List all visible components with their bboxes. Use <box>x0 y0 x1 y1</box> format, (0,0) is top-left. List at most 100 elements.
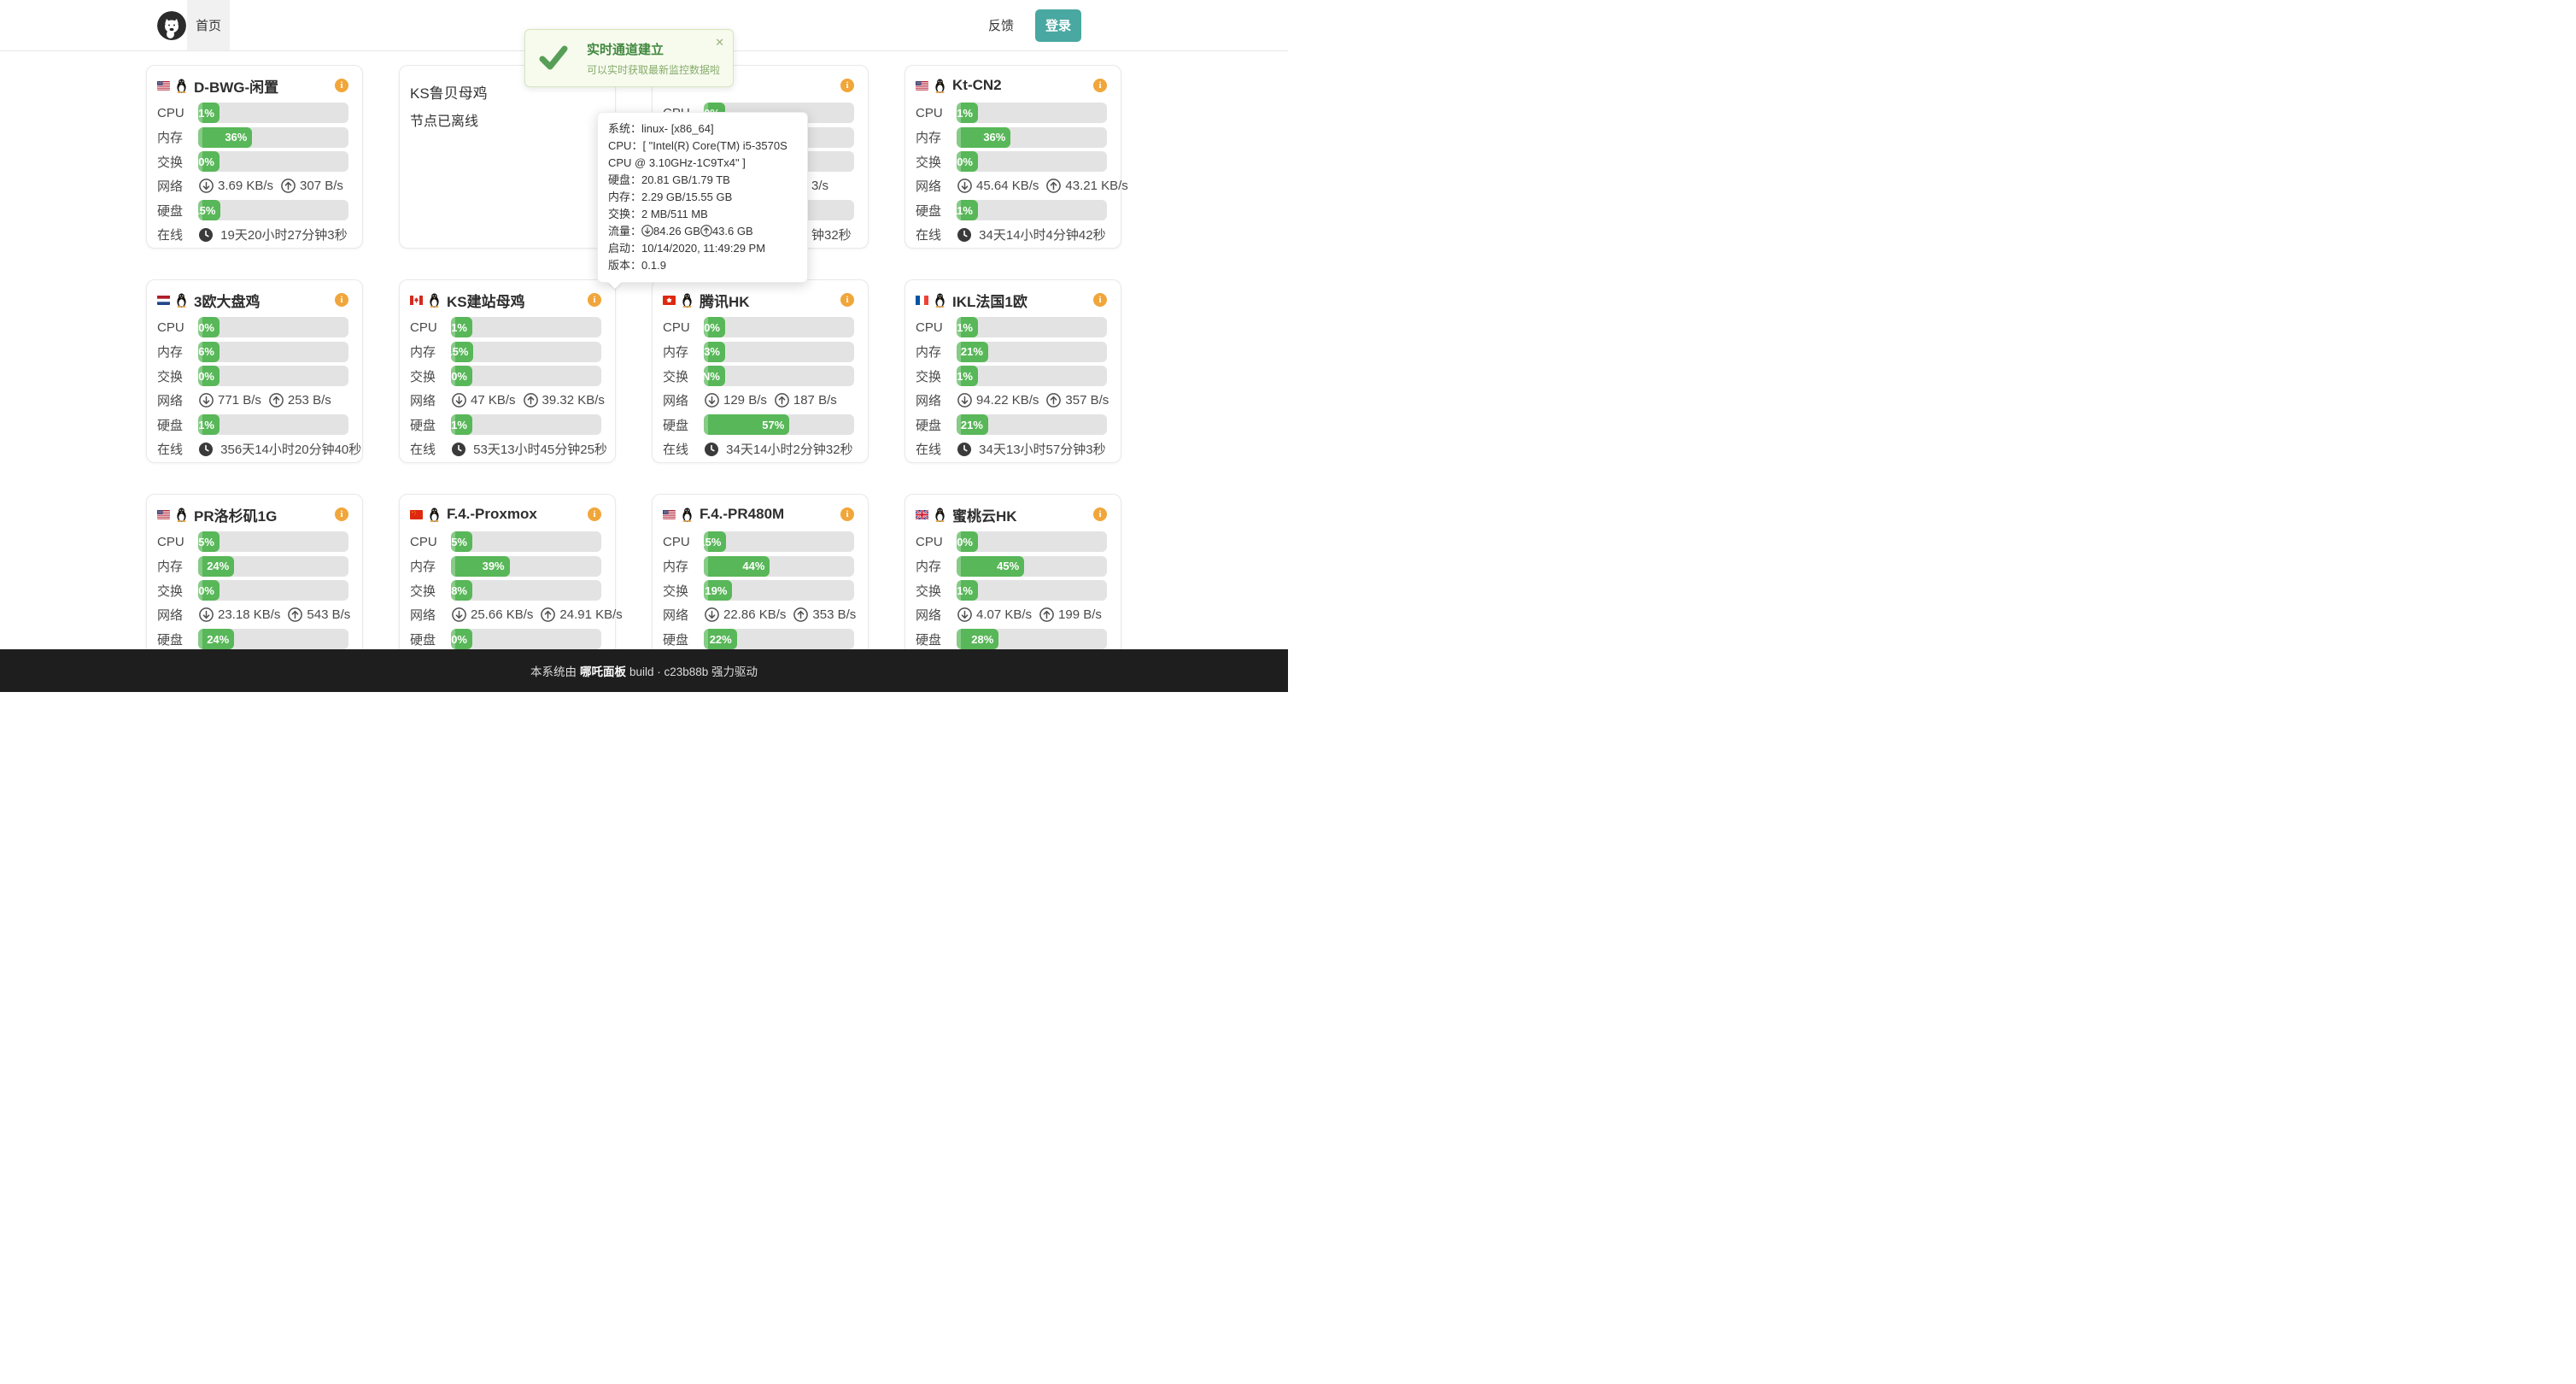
disk-row: 硬盘57% <box>663 414 854 435</box>
server-name: IKL法国1欧 <box>952 290 1027 311</box>
disk-row: 硬盘1% <box>410 414 601 435</box>
info-icon[interactable]: i <box>1093 293 1107 307</box>
disk-bar-fill: 1% <box>451 414 472 435</box>
disk-label: 硬盘 <box>157 416 198 434</box>
info-icon[interactable]: i <box>588 293 601 307</box>
swap-row: 交换0% <box>916 151 1107 172</box>
footer: 本系统由 哪吒面板 build · c23b88b 强力驱动 <box>0 649 1288 692</box>
online-value: 钟32秒 <box>811 226 852 243</box>
online-label: 在线 <box>663 440 704 458</box>
mem-bar-fill: 21% <box>957 342 988 362</box>
swap-row: 交换0% <box>157 151 348 172</box>
cpu-bar: 5% <box>198 531 348 552</box>
online-value: 34天14小时4分钟42秒 <box>957 226 1106 243</box>
server-card: IKL法国1欧iCPU1%内存21%交换1%网络94.22 KB/s357 B/… <box>905 279 1121 463</box>
swap-bar: 8% <box>451 580 601 601</box>
swap-label: 交换 <box>157 582 198 600</box>
online-row: 在线 356天14小时20分钟40秒 <box>157 439 348 460</box>
server-card: KS鲁贝母鸡节点已离线 <box>399 65 616 249</box>
info-icon[interactable]: i <box>335 79 348 92</box>
info-icon[interactable]: i <box>588 507 601 521</box>
server-card-header: D-BWG-闲置i <box>157 73 348 98</box>
info-icon[interactable]: i <box>840 507 854 521</box>
flag-us-icon <box>157 510 170 519</box>
net-upload-icon <box>793 607 808 622</box>
linux-penguin-icon <box>429 507 440 522</box>
net-label: 网络 <box>157 606 198 624</box>
server-name: F.4.-PR480M <box>700 506 784 523</box>
tooltip-row: 流量：84.26 GB43.6 GB <box>608 223 797 240</box>
disk-row: 硬盘28% <box>916 629 1107 649</box>
online-label: 在线 <box>916 440 957 458</box>
server-card: KS建站母鸡iCPU1%内存15%交换0%网络47 KB/s39.32 KB/s… <box>399 279 616 463</box>
mem-row: 内存21% <box>916 342 1107 362</box>
info-icon[interactable]: i <box>335 293 348 307</box>
mem-label: 内存 <box>410 557 451 575</box>
tab-home[interactable]: 首页 <box>187 0 230 50</box>
disk-bar-fill: 11% <box>957 200 978 220</box>
linux-penguin-icon <box>934 507 946 522</box>
disk-row: 硬盘24% <box>157 629 348 649</box>
online-row: 在线 34天14小时4分钟42秒 <box>916 225 1107 245</box>
footer-panel-link[interactable]: 哪吒面板 <box>580 662 626 679</box>
net-upload-icon <box>1046 393 1061 408</box>
cpu-label: CPU <box>410 535 451 549</box>
disk-row: 硬盘10% <box>410 629 601 649</box>
uptime-clock-icon <box>957 443 971 456</box>
cpu-label: CPU <box>916 535 957 549</box>
toast-close-icon[interactable]: ✕ <box>715 36 724 50</box>
mem-row: 内存45% <box>916 556 1107 577</box>
disk-row: 硬盘15% <box>157 200 348 220</box>
toast-subtitle: 可以实时获取最新监控数据啦 <box>587 62 720 77</box>
swap-bar: 0% <box>957 151 1107 172</box>
disk-bar: 10% <box>451 629 601 649</box>
mem-label: 内存 <box>157 557 198 575</box>
net-value: 771 B/s253 B/s <box>198 393 331 408</box>
disk-bar: 21% <box>957 414 1107 435</box>
feedback-link[interactable]: 反馈 <box>988 16 1014 34</box>
linux-penguin-icon <box>429 293 440 308</box>
mem-label: 内存 <box>663 343 704 361</box>
tooltip-row: 版本：0.1.9 <box>608 257 797 274</box>
info-icon[interactable]: i <box>840 79 854 92</box>
swap-label: 交换 <box>916 367 957 385</box>
server-card-header: PR洛杉矶1Gi <box>157 501 348 527</box>
swap-label: 交换 <box>410 582 451 600</box>
tooltip-row-label: 交换： <box>608 208 641 220</box>
net-upload-icon <box>281 179 296 193</box>
mem-row: 内存36% <box>916 127 1107 148</box>
disk-label: 硬盘 <box>916 630 957 648</box>
info-icon[interactable]: i <box>840 293 854 307</box>
toast-title: 实时通道建立 <box>587 40 720 58</box>
server-card-header: KS建站母鸡i <box>410 287 601 313</box>
disk-bar: 22% <box>704 629 854 649</box>
cpu-bar-fill: 1% <box>451 317 472 337</box>
cpu-bar-fill: 1% <box>957 317 978 337</box>
info-icon[interactable]: i <box>1093 79 1107 92</box>
online-label: 在线 <box>157 226 198 243</box>
uptime-clock-icon <box>452 443 465 456</box>
online-value: 53天13小时45分钟25秒 <box>451 440 607 458</box>
mem-label: 内存 <box>410 343 451 361</box>
login-button[interactable]: 登录 <box>1035 9 1081 42</box>
mem-bar: 44% <box>704 556 854 577</box>
mem-label: 内存 <box>157 128 198 146</box>
swap-bar-fill: 19% <box>704 580 732 601</box>
swap-bar-fill: 0% <box>198 151 220 172</box>
cpu-label: CPU <box>663 320 704 335</box>
server-name: F.4.-Proxmox <box>447 506 537 523</box>
mem-bar-fill: 15% <box>451 342 473 362</box>
net-value: 47 KB/s39.32 KB/s <box>451 393 605 408</box>
info-icon[interactable]: i <box>335 507 348 521</box>
swap-label: 交换 <box>157 153 198 171</box>
disk-bar-fill: 1% <box>198 414 220 435</box>
mem-row: 内存39% <box>410 556 601 577</box>
info-icon[interactable]: i <box>1093 507 1107 521</box>
net-value: 94.22 KB/s357 B/s <box>957 393 1109 408</box>
net-upload-icon <box>288 607 302 622</box>
online-row: 在线 34天14小时2分钟32秒 <box>663 439 854 460</box>
cpu-row: CPU15% <box>663 531 854 552</box>
net-label: 网络 <box>157 177 198 195</box>
site-logo[interactable] <box>157 11 186 40</box>
mem-label: 内存 <box>916 557 957 575</box>
